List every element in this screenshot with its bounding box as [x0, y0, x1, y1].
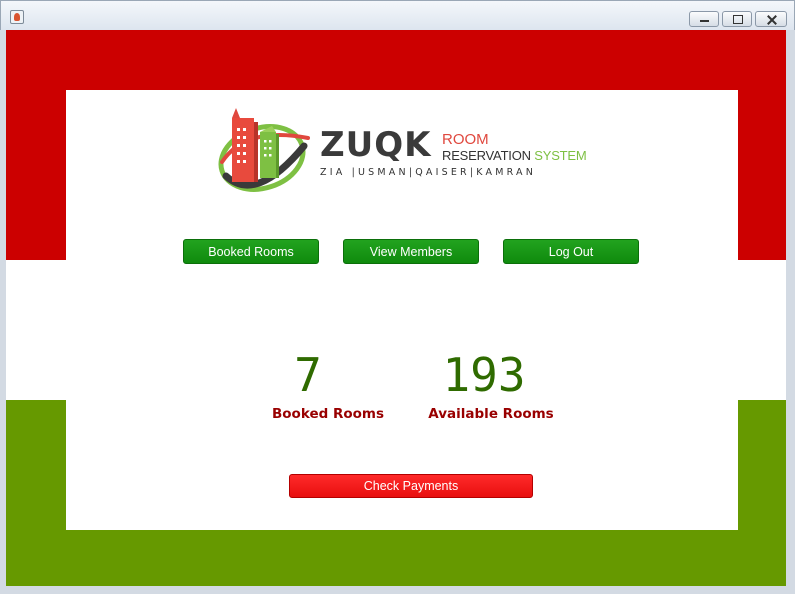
maximize-icon[interactable]	[722, 11, 752, 27]
window-frame-right	[786, 30, 795, 594]
log-out-button[interactable]: Log Out	[503, 239, 639, 264]
buildings-logo-icon	[218, 108, 310, 192]
logo-wordmark: ZUQK	[320, 125, 432, 165]
booked-rooms-label: Booked Rooms	[271, 406, 385, 422]
available-rooms-label: Available Rooms	[428, 406, 554, 422]
view-members-button[interactable]: View Members	[343, 239, 479, 264]
logo-reservation-line: RESERVATION SYSTEM	[442, 149, 587, 163]
main-panel: ZUQK ROOM RESERVATION SYSTEM ZIA |USMAN|…	[66, 90, 738, 530]
logo-reservation-text: RESERVATION	[442, 148, 531, 163]
window-titlebar[interactable]	[0, 0, 795, 30]
booked-rooms-count: 7	[294, 348, 322, 402]
close-icon[interactable]	[755, 11, 787, 27]
logo-system-text: SYSTEM	[534, 148, 587, 163]
available-rooms-count: 193	[442, 348, 526, 402]
app-logo: ZUQK ROOM RESERVATION SYSTEM ZIA |USMAN|…	[216, 106, 606, 198]
java-cup-icon	[10, 10, 24, 24]
booked-rooms-button[interactable]: Booked Rooms	[183, 239, 319, 264]
check-payments-button[interactable]: Check Payments	[289, 474, 533, 498]
logo-team-names: ZIA |USMAN|QAISER|KAMRAN	[320, 167, 537, 178]
minimize-icon[interactable]	[689, 11, 719, 27]
logo-room-text: ROOM	[442, 131, 489, 148]
window-frame-bottom	[0, 586, 795, 594]
